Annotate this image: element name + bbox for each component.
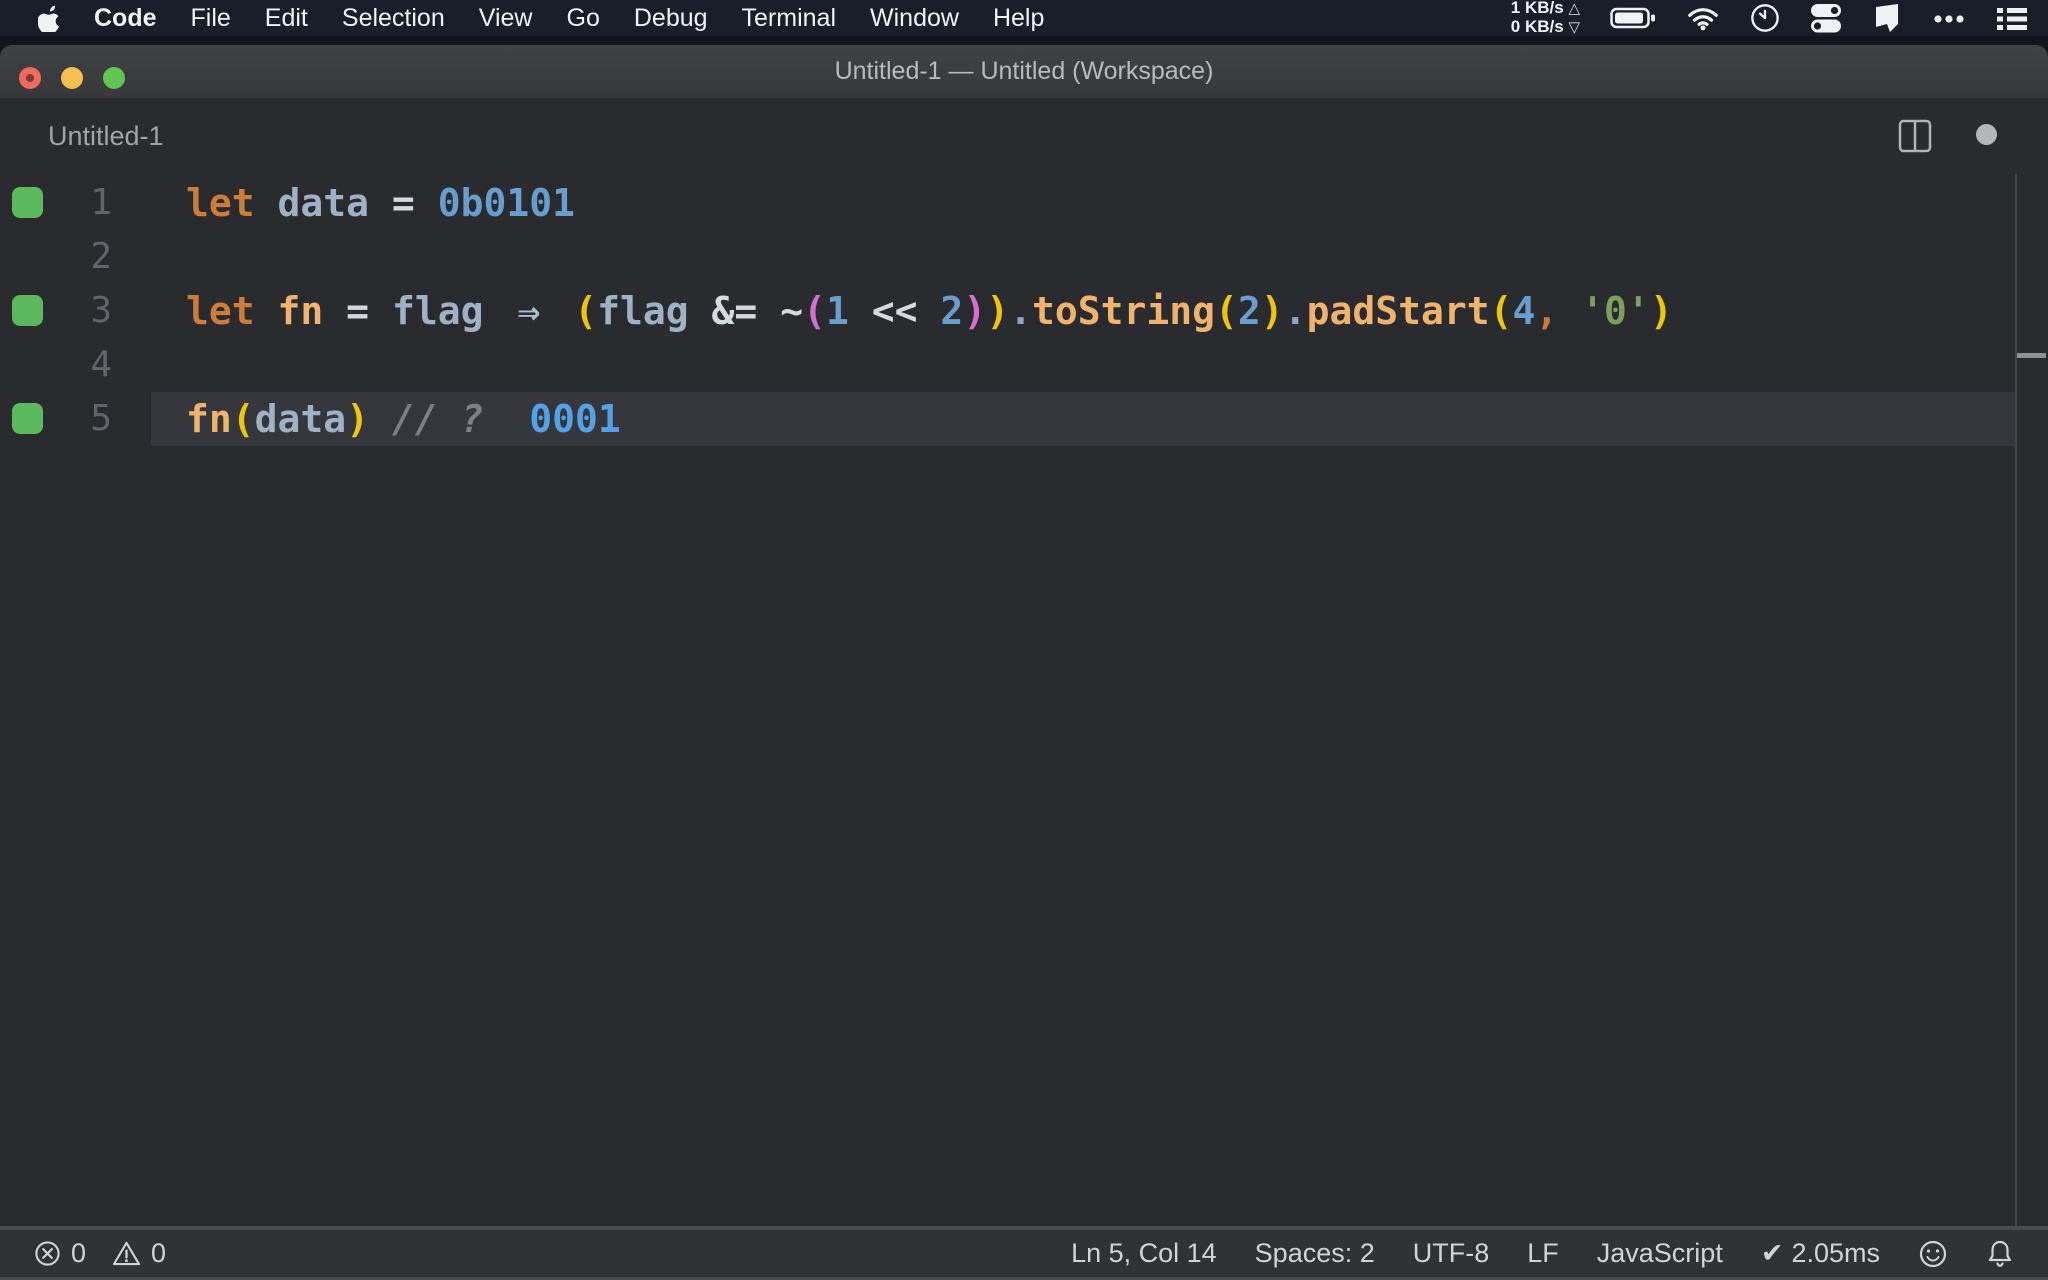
code-line-1[interactable]: 1 let data = 0b0101	[0, 176, 2048, 230]
zoom-button[interactable]	[103, 67, 125, 89]
macos-menu-bar: Code File Edit Selection View Go Debug T…	[0, 0, 2048, 36]
language-mode[interactable]: JavaScript	[1597, 1238, 1723, 1269]
menu-item-file[interactable]: File	[174, 4, 248, 33]
menu-item-edit[interactable]: Edit	[248, 4, 325, 33]
encoding-setting[interactable]: UTF-8	[1413, 1238, 1490, 1269]
code-text[interactable]: fn(data) // ? 0001	[186, 392, 621, 446]
notifications-bell-icon[interactable]	[1986, 1239, 2014, 1269]
overview-ruler[interactable]	[2015, 174, 2017, 1226]
window-title-bar: Untitled-1 — Untitled (Workspace)	[0, 45, 2048, 98]
code-line-4[interactable]: 4	[0, 338, 2048, 392]
dirty-indicator-dot[interactable]	[1976, 124, 1997, 145]
apple-icon	[38, 5, 59, 32]
problems-indicator[interactable]: 0 0	[34, 1238, 166, 1269]
up-triangle-icon: △	[1568, 0, 1580, 17]
code-line-2[interactable]: 2	[0, 230, 2048, 284]
warning-count: 0	[151, 1238, 167, 1268]
menu-item-help[interactable]: Help	[976, 4, 1061, 33]
list-menu-icon[interactable]	[1996, 2, 2028, 34]
menu-item-code[interactable]: Code	[77, 4, 174, 33]
quokka-perf[interactable]: ✔ 2.05ms	[1761, 1238, 1880, 1269]
menu-item-window[interactable]: Window	[853, 4, 976, 33]
cursor-position[interactable]: Ln 5, Col 14	[1071, 1238, 1217, 1269]
eol-setting[interactable]: LF	[1527, 1238, 1559, 1269]
close-button[interactable]	[19, 67, 41, 89]
code-line-5[interactable]: 5 fn(data) // ? 0001	[0, 392, 2048, 446]
down-triangle-icon: ▽	[1568, 19, 1580, 36]
status-bar: 0 0 Ln 5, Col 14 Spaces: 2 UTF-8 LF Java…	[0, 1226, 2048, 1280]
code-lines: 1 let data = 0b0101 2 3 let fn = flag ⇒ (fla…	[0, 174, 2048, 446]
apple-menu[interactable]	[38, 5, 61, 32]
code-text[interactable]: let fn = flag ⇒ (flag &= ~(1 << 2)).toSt…	[186, 284, 1673, 338]
code-text[interactable]: let data = 0b0101	[186, 176, 575, 230]
menu-item-terminal[interactable]: Terminal	[725, 4, 853, 33]
line-number: 4	[90, 344, 112, 385]
wifi-icon[interactable]	[1686, 5, 1720, 31]
ellipsis-icon[interactable]	[1932, 2, 1966, 34]
toggles-icon[interactable]	[1810, 1, 1842, 35]
clock-icon[interactable]	[1750, 3, 1780, 33]
line-number: 2	[90, 236, 112, 277]
window-title: Untitled-1 — Untitled (Workspace)	[834, 57, 1214, 85]
perf-time: 2.05ms	[1791, 1238, 1880, 1268]
menu-item-selection[interactable]: Selection	[325, 4, 462, 33]
menu-item-go[interactable]: Go	[550, 4, 617, 33]
feedback-smiley-icon[interactable]	[1918, 1239, 1948, 1269]
line-number: 5	[90, 398, 112, 439]
tab-untitled-1[interactable]: Untitled-1	[48, 98, 164, 174]
check-icon: ✔	[1760, 1238, 1784, 1268]
error-count: 0	[71, 1238, 87, 1268]
battery-icon[interactable]	[1610, 6, 1656, 30]
line-number: 3	[90, 290, 112, 331]
network-speed-indicator[interactable]: 1 KB/s △ 0 KB/s ▽	[1511, 0, 1580, 37]
split-editor-icon[interactable]	[1898, 119, 1932, 153]
indentation-setting[interactable]: Spaces: 2	[1255, 1238, 1375, 1269]
minimize-button[interactable]	[61, 67, 83, 89]
unsaved-dot	[26, 74, 34, 82]
menu-item-view[interactable]: View	[462, 4, 550, 33]
tab-bar: Untitled-1	[0, 98, 2048, 174]
code-line-3[interactable]: 3 let fn = flag ⇒ (flag &= ~(1 << 2)).toS…	[0, 284, 2048, 338]
code-editor[interactable]: 1 let data = 0b0101 2 3 let fn = flag ⇒ (fla…	[0, 174, 2048, 1226]
line-number: 1	[90, 182, 112, 223]
box-icon[interactable]	[1872, 2, 1902, 34]
error-icon	[35, 1241, 60, 1266]
overview-cursor-mark	[2017, 353, 2046, 358]
menu-item-debug[interactable]: Debug	[617, 4, 725, 33]
warning-icon	[112, 1241, 141, 1266]
